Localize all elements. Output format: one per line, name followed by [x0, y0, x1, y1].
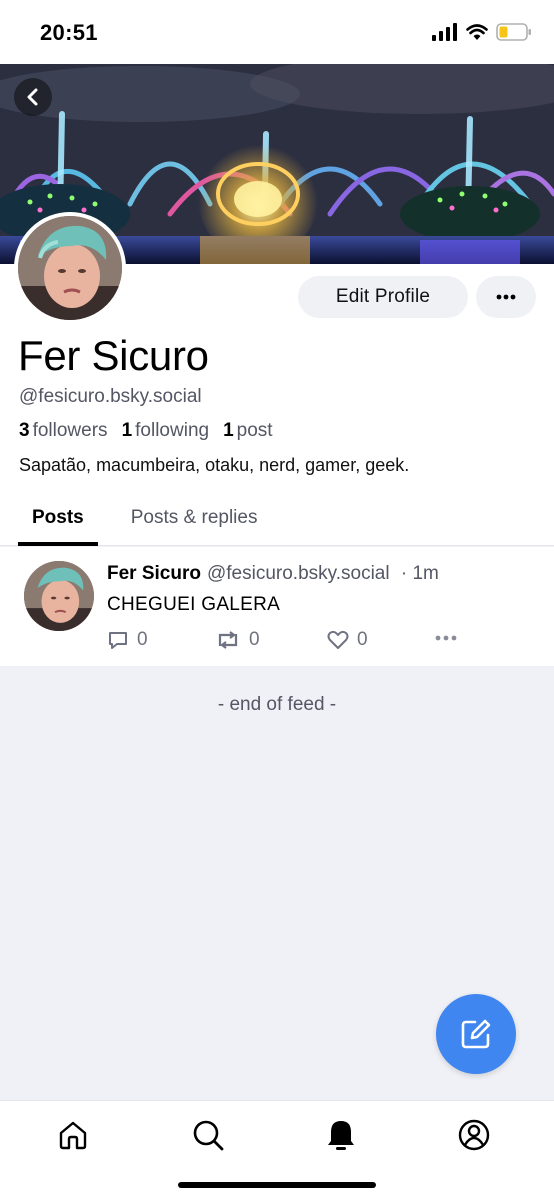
avatar-image	[18, 216, 122, 320]
profile-tabs: Posts Posts & replies	[0, 498, 554, 546]
followers-stat[interactable]: 3 followers	[19, 420, 108, 442]
post-author-name[interactable]: Fer Sicuro	[107, 563, 201, 584]
posts-count: 1	[223, 420, 234, 441]
profile-display-name: Fer Sicuro	[18, 332, 209, 379]
followers-label: followers	[32, 420, 108, 441]
profile-handle: @fesicuro.bsky.social	[19, 386, 202, 407]
battery-icon	[496, 23, 531, 41]
heart-icon	[327, 630, 349, 649]
nav-search[interactable]	[188, 1115, 228, 1155]
tab-posts[interactable]: Posts	[18, 498, 98, 546]
post-author-avatar[interactable]	[24, 561, 94, 631]
nav-profile[interactable]	[454, 1115, 494, 1155]
wifi-icon	[466, 24, 488, 40]
nav-home[interactable]	[53, 1115, 93, 1155]
like-button[interactable]: 0	[327, 629, 368, 651]
followers-count: 3	[19, 420, 30, 441]
post-more-button[interactable]	[435, 635, 457, 641]
status-bar: 20:51	[0, 0, 554, 64]
tab-posts-and-replies[interactable]: Posts & replies	[117, 498, 272, 546]
status-icons	[432, 22, 532, 42]
ellipsis-icon	[496, 294, 516, 300]
chevron-left-icon	[27, 88, 38, 106]
profile-avatar[interactable]	[14, 212, 126, 324]
more-options-button[interactable]	[476, 276, 536, 318]
post-author-handle[interactable]: @fesicuro.bsky.social	[207, 563, 390, 584]
posts-label: post	[236, 420, 273, 441]
repost-count: 0	[249, 629, 260, 650]
feed-post[interactable]: Fer Sicuro @fesicuro.bsky.social · 1m CHE…	[0, 547, 554, 666]
home-indicator	[178, 1182, 376, 1188]
post-timestamp: · 1m	[400, 563, 439, 584]
profile-icon	[458, 1119, 490, 1151]
post-actions: 0 0 0	[107, 629, 467, 651]
repost-button[interactable]: 0	[215, 629, 260, 651]
following-label: following	[135, 420, 210, 441]
repost-icon	[218, 631, 238, 649]
post-avatar-image	[24, 561, 94, 631]
edit-profile-button[interactable]: Edit Profile	[298, 276, 468, 318]
notifications-bell-icon	[328, 1121, 354, 1150]
home-icon	[59, 1121, 87, 1150]
compose-button[interactable]	[436, 994, 516, 1074]
like-count: 0	[357, 629, 368, 650]
profile-bio: Sapatão, macumbeira, otaku, nerd, gamer,…	[19, 455, 410, 475]
ellipsis-icon	[435, 635, 457, 641]
profile-stats: 3 followers 1 following 1 post	[19, 420, 273, 442]
end-of-feed-label: - end of feed -	[217, 694, 337, 715]
status-time: 20:51	[40, 20, 98, 45]
following-count: 1	[121, 420, 133, 441]
post-header: Fer Sicuro @fesicuro.bsky.social · 1m	[107, 563, 439, 585]
posts-stat: 1 post	[223, 420, 273, 442]
reply-count: 0	[137, 629, 148, 650]
nav-notifications[interactable]	[321, 1115, 361, 1155]
compose-icon	[461, 1019, 491, 1049]
back-button[interactable]	[14, 78, 52, 116]
reply-icon	[109, 632, 127, 649]
post-text: CHEGUEI GALERA	[107, 594, 281, 615]
search-icon	[193, 1120, 224, 1151]
reply-button[interactable]: 0	[107, 629, 148, 651]
following-stat[interactable]: 1 following	[122, 420, 210, 442]
signal-icon	[432, 23, 457, 41]
